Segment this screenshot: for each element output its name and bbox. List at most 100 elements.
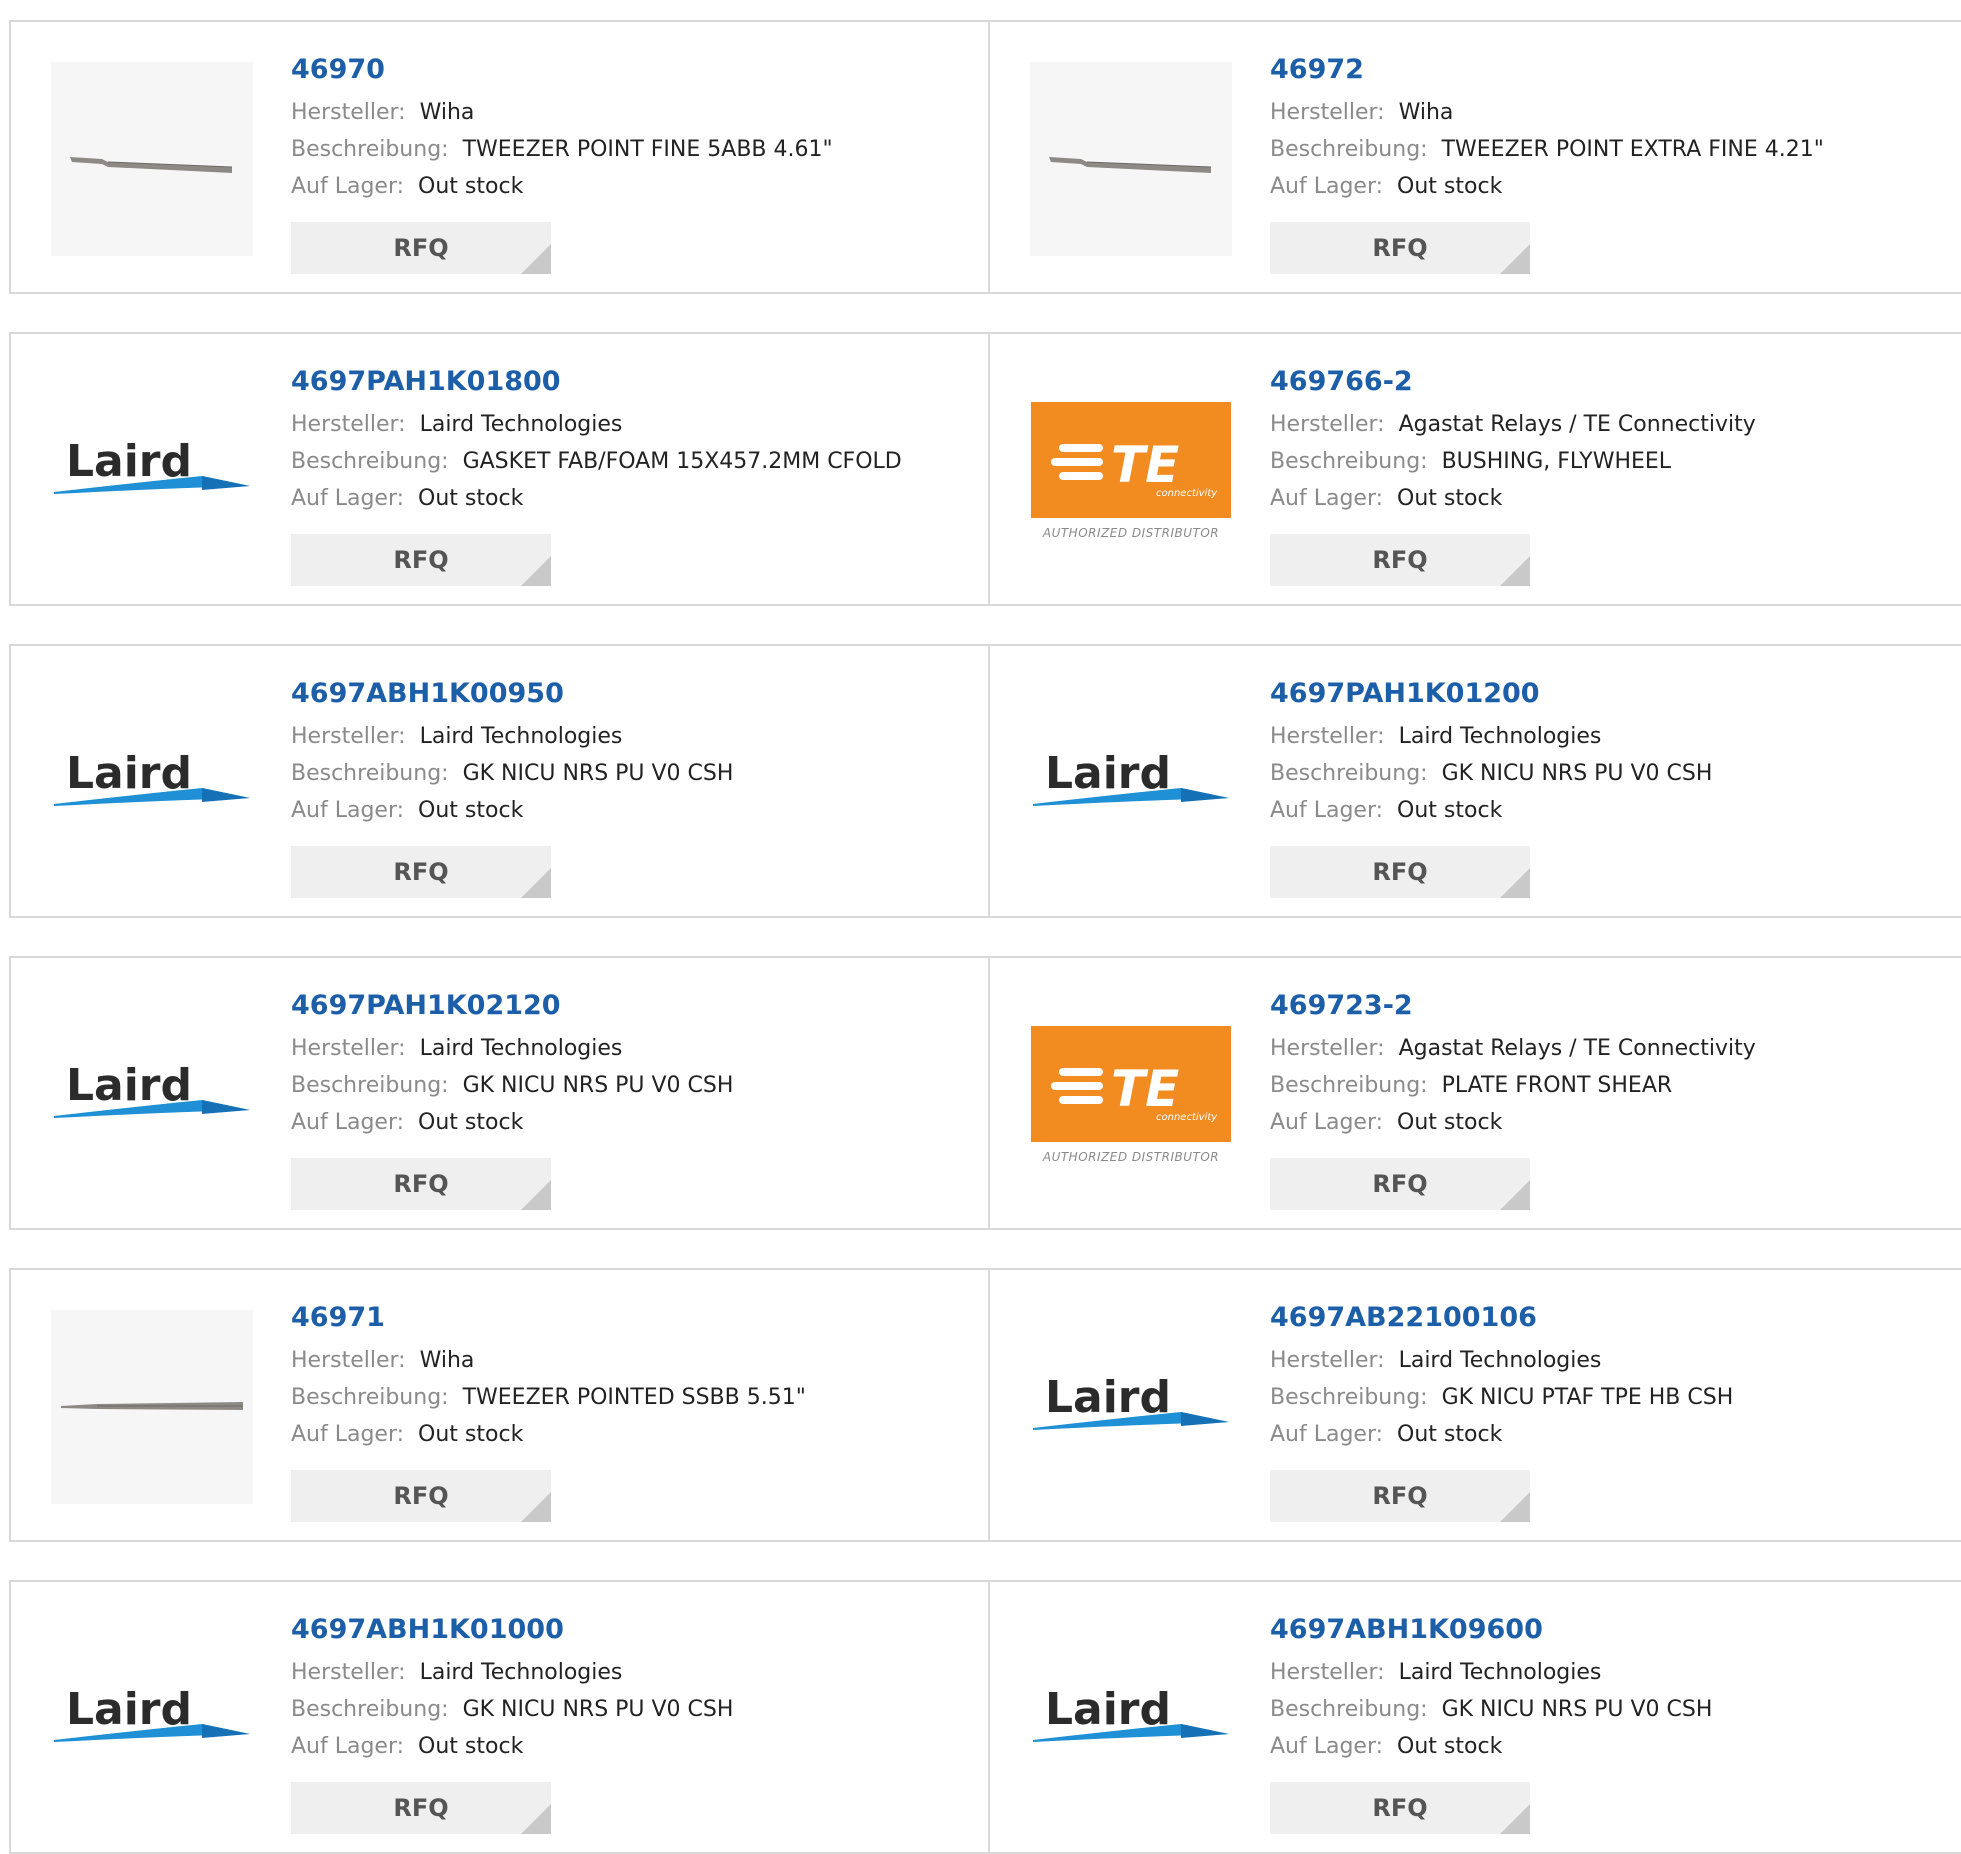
stock-value: Out stock xyxy=(418,798,524,823)
stock-line: Auf Lager: Out stock xyxy=(1270,168,1950,205)
manufacturer-value: Laird Technologies xyxy=(1398,1660,1602,1685)
manufacturer-value: Agastat Relays / TE Connectivity xyxy=(1398,1036,1756,1061)
product-image[interactable]: Laird xyxy=(51,1622,253,1816)
manufacturer-line: Hersteller: Laird Technologies xyxy=(1270,1654,1950,1691)
manufacturer-label: Hersteller: xyxy=(1270,1348,1385,1373)
rfq-label: RFQ xyxy=(1372,1794,1428,1822)
manufacturer-value: Laird Technologies xyxy=(1398,1348,1602,1373)
product-image[interactable] xyxy=(1030,62,1232,256)
product-card: TE connectivity AUTHORIZED DISTRIBUTOR 4697… xyxy=(988,958,1961,1228)
product-row: Laird 4697PAH1K01800 Hersteller: Laird Tech… xyxy=(9,332,1961,606)
description-line: Beschreibung: TWEEZER POINT FINE 5ABB 4.6… xyxy=(291,131,971,168)
manufacturer-value: Laird Technologies xyxy=(419,412,623,437)
rfq-button[interactable]: RFQ xyxy=(291,1782,551,1834)
corner-icon xyxy=(1500,1180,1530,1210)
stock-line: Auf Lager: Out stock xyxy=(1270,480,1950,517)
part-number-link[interactable]: 469723-2 xyxy=(1270,988,1950,1030)
manufacturer-value: Wiha xyxy=(419,1348,475,1373)
product-info: 4697ABH1K01000 Hersteller: Laird Technolog… xyxy=(291,1612,971,1765)
description-label: Beschreibung: xyxy=(1270,1697,1428,1722)
corner-icon xyxy=(1500,868,1530,898)
description-value: GK NICU NRS PU V0 CSH xyxy=(462,1697,734,1722)
rfq-label: RFQ xyxy=(393,858,449,886)
product-image[interactable]: Laird xyxy=(1030,1310,1232,1504)
product-image[interactable]: Laird xyxy=(1030,686,1232,880)
manufacturer-line: Hersteller: Laird Technologies xyxy=(1270,718,1950,755)
product-image[interactable]: Laird xyxy=(51,374,253,568)
description-line: Beschreibung: GK NICU NRS PU V0 CSH xyxy=(291,755,971,792)
product-card: Laird 4697ABH1K00950 Hersteller: Laird Tech… xyxy=(11,646,988,916)
rfq-label: RFQ xyxy=(1372,1170,1428,1198)
stock-line: Auf Lager: Out stock xyxy=(291,1104,971,1141)
svg-text:TE: TE xyxy=(1111,1060,1179,1118)
part-number-link[interactable]: 4697PAH1K01800 xyxy=(291,364,971,406)
laird-logo-icon: Laird xyxy=(1033,748,1229,806)
manufacturer-value: Laird Technologies xyxy=(1398,724,1602,749)
product-image[interactable] xyxy=(51,1310,253,1504)
description-line: Beschreibung: GK NICU NRS PU V0 CSH xyxy=(1270,755,1950,792)
part-number-link[interactable]: 46970 xyxy=(291,52,971,94)
stock-label: Auf Lager: xyxy=(1270,1734,1384,1759)
product-image[interactable]: Laird xyxy=(51,686,253,880)
corner-icon xyxy=(521,1804,551,1834)
rfq-button[interactable]: RFQ xyxy=(1270,222,1530,274)
tweezer-image xyxy=(1049,157,1212,173)
rfq-label: RFQ xyxy=(393,234,449,262)
description-label: Beschreibung: xyxy=(291,137,449,162)
product-card: Laird 4697PAH1K01800 Hersteller: Laird Tech… xyxy=(11,334,988,604)
part-number-link[interactable]: 46972 xyxy=(1270,52,1950,94)
rfq-button[interactable]: RFQ xyxy=(1270,1782,1530,1834)
part-number-link[interactable]: 4697AB22100106 xyxy=(1270,1300,1950,1342)
part-number-link[interactable]: 4697ABH1K01000 xyxy=(291,1612,971,1654)
stock-value: Out stock xyxy=(1397,798,1503,823)
rfq-button[interactable]: RFQ xyxy=(291,1158,551,1210)
stock-value: Out stock xyxy=(418,1110,524,1135)
manufacturer-line: Hersteller: Agastat Relays / TE Connectiv… xyxy=(1270,1030,1950,1067)
product-card: 46970 Hersteller: Wiha Beschreibung: TWEEZER… xyxy=(11,22,988,292)
manufacturer-line: Hersteller: Laird Technologies xyxy=(1270,1342,1950,1379)
stock-line: Auf Lager: Out stock xyxy=(291,480,971,517)
rfq-button[interactable]: RFQ xyxy=(1270,846,1530,898)
part-number-link[interactable]: 4697ABH1K09600 xyxy=(1270,1612,1950,1654)
rfq-button[interactable]: RFQ xyxy=(1270,1158,1530,1210)
description-label: Beschreibung: xyxy=(1270,137,1428,162)
product-card: Laird 4697AB22100106 Hersteller: Laird Tech… xyxy=(988,1270,1961,1540)
description-value: TWEEZER POINT EXTRA FINE 4.21" xyxy=(1441,137,1824,162)
part-number-link[interactable]: 4697PAH1K01200 xyxy=(1270,676,1950,718)
corner-icon xyxy=(521,556,551,586)
description-line: Beschreibung: TWEEZER POINT EXTRA FINE 4.… xyxy=(1270,131,1950,168)
product-info: 4697ABH1K00950 Hersteller: Laird Technolog… xyxy=(291,676,971,829)
part-number-link[interactable]: 469766-2 xyxy=(1270,364,1950,406)
product-image[interactable]: Laird xyxy=(51,998,253,1192)
description-label: Beschreibung: xyxy=(1270,761,1428,786)
rfq-label: RFQ xyxy=(393,1482,449,1510)
stock-value: Out stock xyxy=(1397,1110,1503,1135)
corner-icon xyxy=(1500,244,1530,274)
description-label: Beschreibung: xyxy=(1270,1073,1428,1098)
rfq-button[interactable]: RFQ xyxy=(291,846,551,898)
product-image[interactable]: TE connectivity AUTHORIZED DISTRIBUTOR xyxy=(1030,998,1232,1192)
part-number-link[interactable]: 4697ABH1K00950 xyxy=(291,676,971,718)
manufacturer-value: Agastat Relays / TE Connectivity xyxy=(1398,412,1756,437)
rfq-button[interactable]: RFQ xyxy=(291,534,551,586)
stock-line: Auf Lager: Out stock xyxy=(1270,1728,1950,1765)
product-image[interactable]: Laird xyxy=(1030,1622,1232,1816)
rfq-button[interactable]: RFQ xyxy=(291,222,551,274)
rfq-button[interactable]: RFQ xyxy=(1270,1470,1530,1522)
part-number-link[interactable]: 46971 xyxy=(291,1300,971,1342)
part-number-link[interactable]: 4697PAH1K02120 xyxy=(291,988,971,1030)
stock-label: Auf Lager: xyxy=(1270,486,1384,511)
description-label: Beschreibung: xyxy=(291,761,449,786)
stock-value: Out stock xyxy=(1397,174,1503,199)
product-image[interactable]: TE connectivity AUTHORIZED DISTRIBUTOR xyxy=(1030,374,1232,568)
corner-icon xyxy=(521,868,551,898)
description-value: GK NICU NRS PU V0 CSH xyxy=(1441,761,1713,786)
description-value: TWEEZER POINTED SSBB 5.51" xyxy=(462,1385,806,1410)
manufacturer-label: Hersteller: xyxy=(291,1036,406,1061)
corner-icon xyxy=(1500,1492,1530,1522)
rfq-button[interactable]: RFQ xyxy=(291,1470,551,1522)
stock-label: Auf Lager: xyxy=(291,1734,405,1759)
product-image[interactable] xyxy=(51,62,253,256)
te-logo-icon: TE connectivity AUTHORIZED DISTRIBUTOR xyxy=(1031,1026,1231,1164)
rfq-button[interactable]: RFQ xyxy=(1270,534,1530,586)
